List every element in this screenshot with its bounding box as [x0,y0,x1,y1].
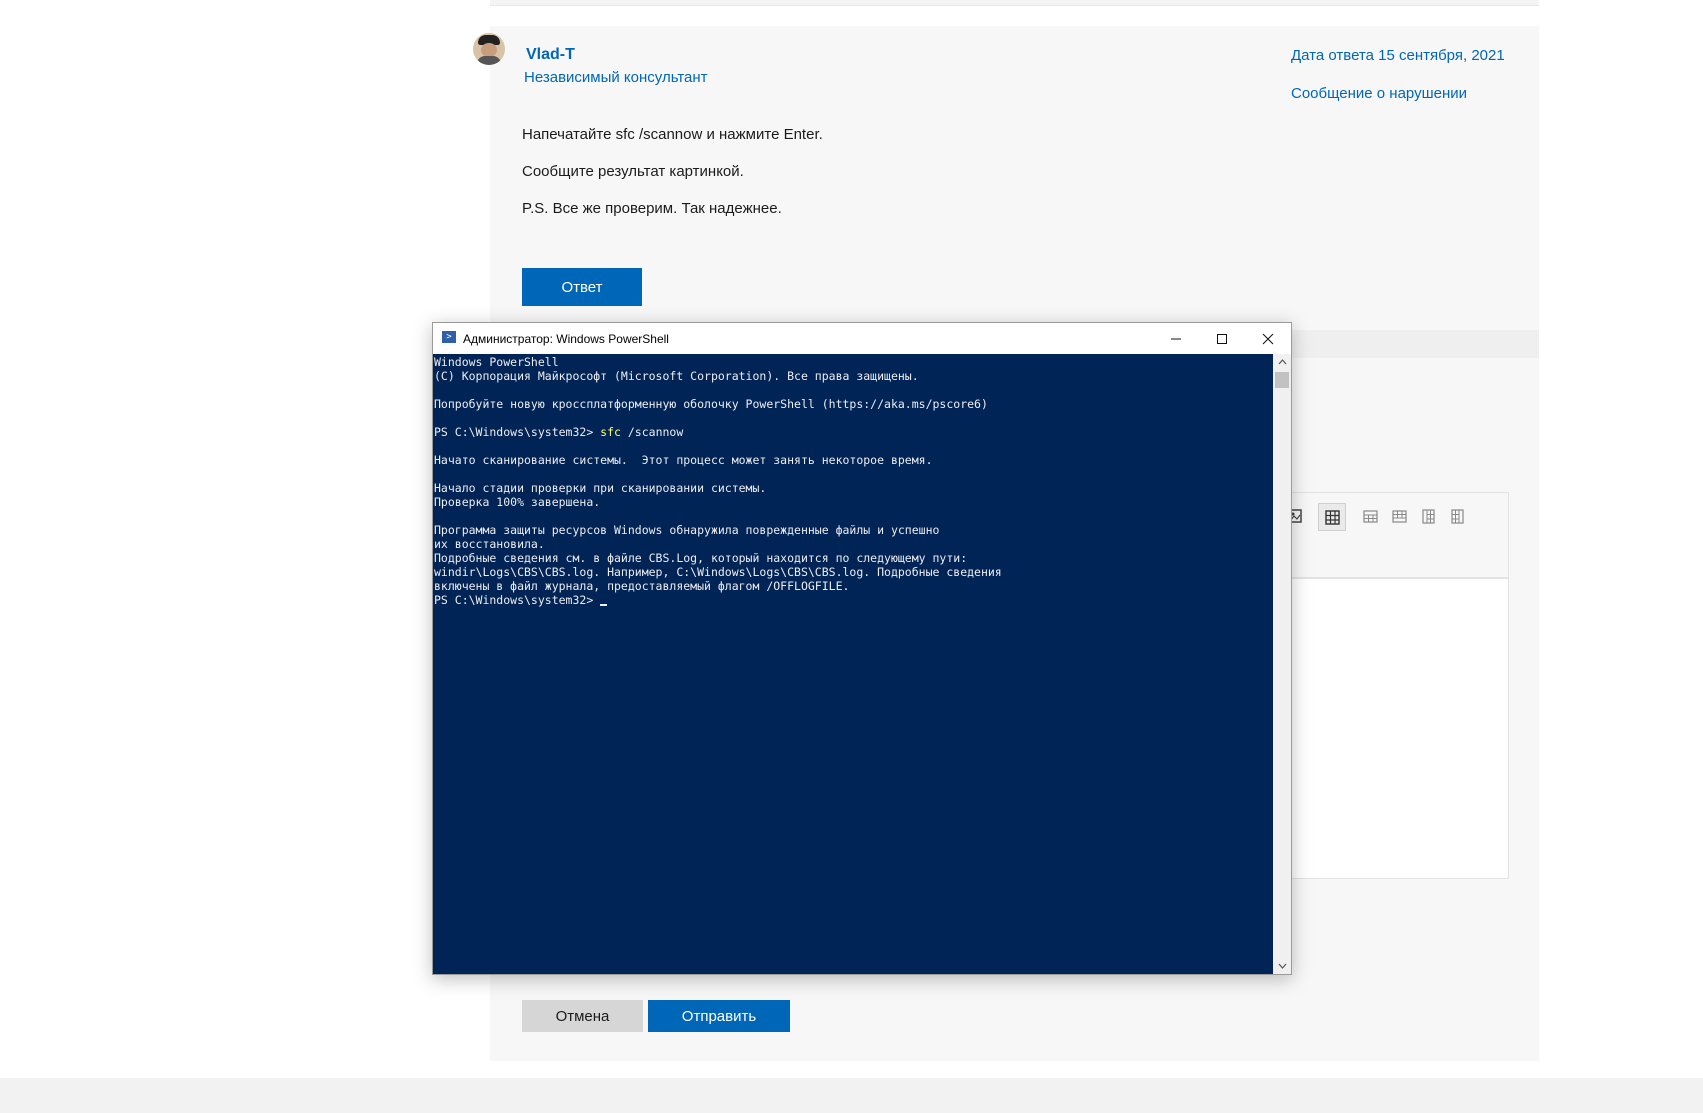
maximize-button[interactable] [1199,323,1245,354]
powershell-titlebar[interactable]: > Администратор: Windows PowerShell [433,323,1291,354]
cancel-button[interactable]: Отмена [522,1000,643,1032]
console-prompt: PS C:\Windows\system32> [434,425,601,439]
console-line: Попробуйте новую кроссплатформенную обол… [434,397,988,411]
message-line: Сообщите результат картинкой. [522,163,744,180]
console-scrollbar[interactable] [1273,354,1291,974]
table-col-left-icon[interactable] [1415,503,1441,529]
message-line: P.S. Все же проверим. Так надежнее. [522,200,782,217]
minimize-button[interactable] [1153,323,1199,354]
console-line: Начало стадии проверки при сканировании … [434,481,767,495]
console-line: включены в файл журнала, предоставляемый… [434,579,850,593]
scroll-up-arrow-icon[interactable] [1273,354,1291,370]
author-name-link[interactable]: Vlad-T [526,46,575,64]
avatar[interactable] [473,33,505,65]
report-abuse-link[interactable]: Сообщение о нарушении [1291,85,1467,102]
minimize-icon [1171,338,1181,339]
console-command-args: /scannow [620,425,684,439]
previous-post-card-edge [490,0,1539,6]
author-role: Независимый консультант [524,69,708,86]
reply-button[interactable]: Ответ [522,268,642,306]
console-line: их восстановила. [434,537,545,551]
close-button[interactable] [1245,323,1291,354]
table-row-above-icon[interactable] [1357,503,1383,529]
table-col-right-icon[interactable] [1444,503,1470,529]
submit-button[interactable]: Отправить [648,1000,790,1032]
scroll-down-arrow-icon[interactable] [1273,958,1291,974]
console-line: Windows PowerShell [434,355,559,369]
page-footer-band [0,1078,1703,1113]
window-title: Администратор: Windows PowerShell [463,332,669,346]
table-icon[interactable] [1318,503,1346,531]
maximize-icon [1217,333,1227,344]
message-line: Напечатайте sfc /scannow и нажмите Enter… [522,126,823,143]
text-cursor [600,604,608,606]
console-line: Подробные сведения см. в файле CBS.Log, … [434,551,968,565]
console-line: Программа защиты ресурсов Windows обнару… [434,523,940,537]
scrollbar-thumb[interactable] [1275,372,1289,388]
console-line: Проверка 100% завершена. [434,495,601,509]
powershell-icon: > [442,331,456,343]
close-icon [1262,333,1274,344]
console-output[interactable]: Windows PowerShell (C) Корпорация Майкро… [433,354,1273,974]
reply-date: Дата ответа 15 сентября, 2021 [1291,47,1505,64]
table-row-below-icon[interactable] [1386,503,1412,529]
console-line: Начато сканирование системы. Этот процес… [434,453,933,467]
powershell-window[interactable]: > Администратор: Windows PowerShell Wind… [432,322,1292,975]
console-prompt-line: PS C:\Windows\system32> [434,593,608,607]
console-line: (C) Корпорация Майкрософт (Microsoft Cor… [434,369,919,383]
console-line: windir\Logs\CBS\CBS.log. Например, C:\Wi… [434,565,1002,579]
reply-editor-textarea[interactable] [1290,578,1509,879]
console-prompt: PS C:\Windows\system32> [434,593,601,607]
console-command-line: PS C:\Windows\system32> sfc /scannow [434,425,683,439]
console-command: sfc [600,425,621,439]
